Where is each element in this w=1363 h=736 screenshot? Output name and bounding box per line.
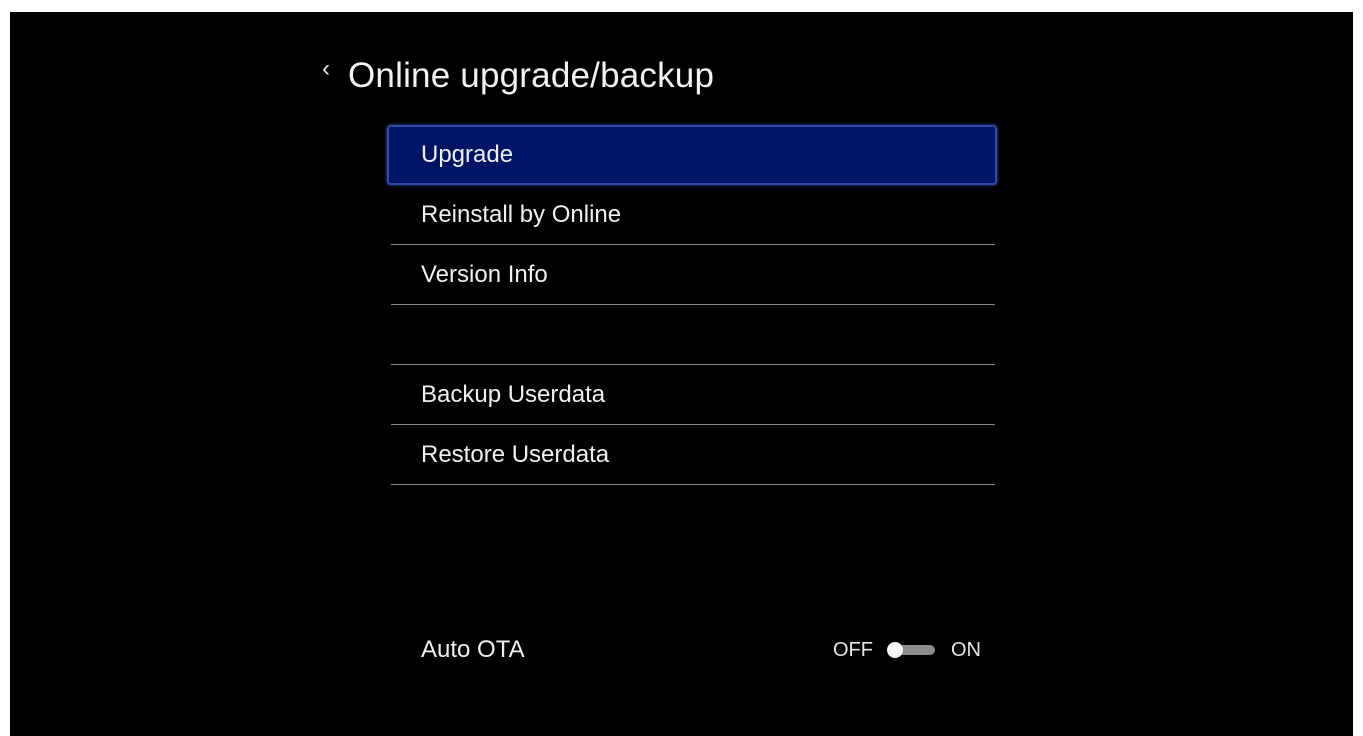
auto-ota-row[interactable]: Auto OTA OFF ON [421, 630, 981, 670]
settings-screen: ‹ Online upgrade/backup Upgrade Reinstal… [10, 12, 1353, 736]
menu-item-blank [391, 305, 995, 365]
menu-item-label: Reinstall by Online [421, 201, 622, 228]
page-header: ‹ Online upgrade/backup [322, 50, 714, 102]
auto-ota-label: Auto OTA [421, 636, 525, 663]
settings-menu: Upgrade Reinstall by Online Version Info… [387, 125, 997, 485]
auto-ota-toggle[interactable]: OFF ON [833, 630, 981, 670]
menu-item-version-info[interactable]: Version Info [391, 245, 995, 305]
menu-item-label: Version Info [421, 261, 548, 288]
menu-item-restore-userdata[interactable]: Restore Userdata [391, 425, 995, 485]
menu-item-upgrade[interactable]: Upgrade [387, 125, 997, 185]
menu-item-label: Backup Userdata [421, 381, 606, 408]
toggle-track[interactable] [887, 642, 935, 658]
back-chevron-icon[interactable]: ‹ [322, 43, 348, 95]
menu-item-label: Restore Userdata [421, 441, 610, 468]
menu-item-backup-userdata[interactable]: Backup Userdata [391, 365, 995, 425]
menu-item-reinstall-by-online[interactable]: Reinstall by Online [391, 185, 995, 245]
page-title: Online upgrade/backup [348, 56, 715, 95]
menu-item-label: Upgrade [421, 141, 514, 168]
toggle-off-label: OFF [833, 639, 873, 661]
toggle-on-label: ON [951, 639, 981, 661]
toggle-knob[interactable] [887, 642, 903, 658]
